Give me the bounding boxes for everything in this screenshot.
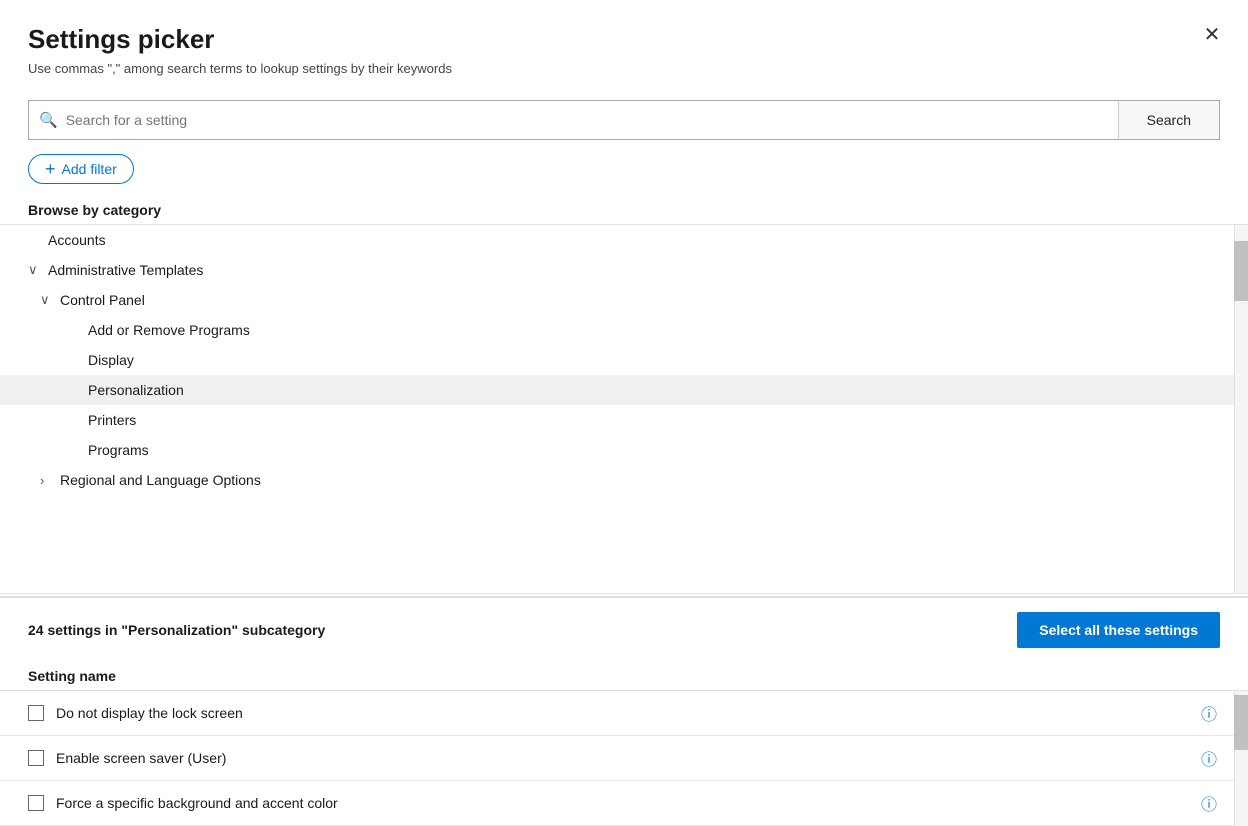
filter-row: + Add filter bbox=[0, 150, 1248, 194]
tree-item-label: Add or Remove Programs bbox=[88, 322, 250, 338]
select-all-button[interactable]: Select all these settings bbox=[1017, 612, 1220, 648]
tree-area[interactable]: Accounts∨Administrative Templates∨Contro… bbox=[0, 224, 1248, 594]
setting-name: Enable screen saver (User) bbox=[56, 750, 1186, 766]
dialog-subtitle: Use commas "," among search terms to loo… bbox=[28, 61, 1220, 76]
tree-item[interactable]: ›Regional and Language Options bbox=[0, 465, 1248, 495]
info-icon[interactable]: ⓘ bbox=[1198, 701, 1220, 725]
setting-checkbox[interactable] bbox=[28, 750, 44, 766]
settings-scrollbar-track bbox=[1234, 691, 1248, 826]
info-icon[interactable]: ⓘ bbox=[1198, 791, 1220, 815]
tree-item-label: Personalization bbox=[88, 382, 184, 398]
settings-list: Do not display the lock screenⓘEnable sc… bbox=[0, 691, 1248, 826]
tree-item-label: Regional and Language Options bbox=[60, 472, 261, 488]
tree-item[interactable]: Add or Remove Programs bbox=[0, 315, 1248, 345]
settings-picker-dialog: Settings picker Use commas "," among sea… bbox=[0, 0, 1248, 826]
tree-item[interactable]: ∨Administrative Templates bbox=[0, 255, 1248, 285]
close-button[interactable]: ✕ bbox=[1196, 18, 1228, 50]
dialog-title: Settings picker bbox=[28, 24, 1220, 55]
tree-item-label: Programs bbox=[88, 442, 149, 458]
settings-scrollbar-thumb bbox=[1234, 695, 1248, 750]
browse-label: Browse by category bbox=[0, 194, 1248, 224]
chevron-icon: › bbox=[40, 473, 58, 488]
tree-item[interactable]: Printers bbox=[0, 405, 1248, 435]
tree-item[interactable]: Display bbox=[0, 345, 1248, 375]
settings-list-header: Setting name bbox=[0, 662, 1248, 691]
setting-item[interactable]: Force a specific background and accent c… bbox=[0, 781, 1248, 826]
tree-item[interactable]: Personalization bbox=[0, 375, 1248, 405]
search-icon: 🔍 bbox=[39, 111, 58, 129]
browse-section: Browse by category Accounts∨Administrati… bbox=[0, 194, 1248, 596]
setting-item[interactable]: Do not display the lock screen ⓘ bbox=[0, 691, 1248, 736]
bottom-panel: 24 settings in "Personalization" subcate… bbox=[0, 596, 1248, 826]
chevron-icon: ∨ bbox=[28, 262, 46, 278]
info-icon[interactable]: ⓘ bbox=[1198, 746, 1220, 770]
setting-checkbox[interactable] bbox=[28, 705, 44, 721]
settings-count: 24 settings in "Personalization" subcate… bbox=[28, 622, 325, 638]
bottom-header: 24 settings in "Personalization" subcate… bbox=[0, 598, 1248, 662]
tree-item[interactable]: Programs bbox=[0, 435, 1248, 465]
setting-name: Force a specific background and accent c… bbox=[56, 795, 1186, 811]
tree-item-label: Printers bbox=[88, 412, 136, 428]
setting-checkbox[interactable] bbox=[28, 795, 44, 811]
tree-item-label: Display bbox=[88, 352, 134, 368]
tree-item[interactable]: Accounts bbox=[0, 225, 1248, 255]
search-button[interactable]: Search bbox=[1118, 100, 1220, 140]
setting-name: Do not display the lock screen bbox=[56, 705, 1186, 721]
tree-item[interactable]: ∨Control Panel bbox=[0, 285, 1248, 315]
tree-item-label: Administrative Templates bbox=[48, 262, 203, 278]
add-filter-plus-icon: + bbox=[45, 160, 56, 178]
tree-item-label: Control Panel bbox=[60, 292, 145, 308]
search-input-wrap: 🔍 bbox=[28, 100, 1118, 140]
tree-scrollbar-track bbox=[1234, 225, 1248, 593]
add-filter-label: Add filter bbox=[62, 161, 117, 177]
tree-item-label: Accounts bbox=[48, 232, 106, 248]
dialog-header: Settings picker Use commas "," among sea… bbox=[0, 0, 1248, 88]
search-row: 🔍 Search bbox=[0, 88, 1248, 150]
add-filter-button[interactable]: + Add filter bbox=[28, 154, 134, 184]
setting-item[interactable]: Enable screen saver (User) ⓘ bbox=[0, 736, 1248, 781]
search-input[interactable] bbox=[66, 112, 1108, 128]
chevron-icon: ∨ bbox=[40, 292, 58, 308]
tree-scrollbar-thumb bbox=[1234, 241, 1248, 301]
